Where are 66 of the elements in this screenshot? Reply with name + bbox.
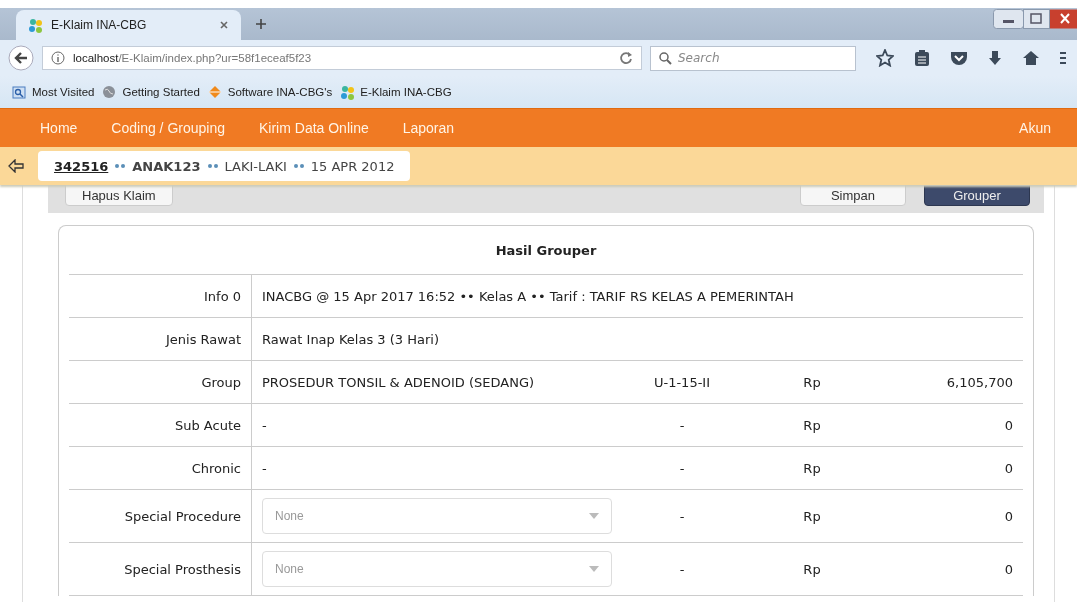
back-arrow-icon[interactable] [8,159,24,173]
address-field[interactable]: localhost/E-Klaim/index.php?ur=58f1eceaf5f23 [42,46,642,70]
row-label: Info 0 [69,275,252,317]
table-cell: 0 [1004,508,1013,524]
star-icon[interactable] [876,49,894,67]
back-icon[interactable] [8,45,34,71]
table-cell: - [262,460,267,476]
patient-name: ANAK123 [132,158,201,174]
table-cell: Rp [803,561,821,577]
table-cell: - [262,417,267,433]
table-cell: - [679,460,685,476]
caret-icon [589,566,599,572]
app-logo-icon [340,84,356,100]
diamond-icon [207,84,223,100]
table-cell: 6,105,700 [946,374,1013,390]
search-icon [659,51,672,65]
row-label: Group [69,361,252,403]
row-label: Jenis Rawat [69,318,252,360]
table-title: Hasil Grouper [69,226,1023,275]
search-field[interactable]: Search [650,45,856,71]
table-cell: U-1-15-II [653,374,711,390]
delete-claim-button[interactable]: Hapus Klaim [65,185,173,206]
save-button[interactable]: Simpan [800,185,906,206]
row-label: Chronic [69,447,252,489]
table-cell: Rp [803,417,821,433]
app-logo-icon [28,17,43,33]
row-label: Sub Acute [69,404,252,446]
browser-tab[interactable]: E-Klaim INA-CBG [16,10,241,40]
table-cell: 0 [1004,460,1013,476]
table-cell: - [679,417,685,433]
patient-id-link[interactable]: 342516 [54,158,109,174]
bookmark-item[interactable]: E-Klaim INA-CBG [340,84,452,100]
info-icon [51,51,65,65]
table-cell: - [679,561,685,577]
table-cell: PROSEDUR TONSIL & ADENOID (SEDANG) [262,374,535,390]
table-cell: 0 [1004,417,1013,433]
home-icon[interactable] [1022,50,1040,66]
bookmark-item[interactable]: Getting Started [102,84,200,100]
table-cell: Rp [803,508,821,524]
folder-icon [12,84,27,100]
patient-sex: LAKI-LAKI [224,158,287,174]
menu-icon[interactable] [1060,50,1066,66]
new-tab-icon[interactable] [255,18,267,30]
clipboard-icon[interactable] [914,49,930,67]
row-label: Special Prosthesis [69,543,252,595]
table-cell: - [679,508,685,524]
globe-icon [102,84,118,100]
table-cell: Rp [803,374,821,390]
shield-icon[interactable] [950,50,968,66]
table-cell: 0 [1004,561,1013,577]
table-cell: Rp [803,460,821,476]
dots-icon [292,163,305,169]
reload-icon[interactable] [619,51,633,65]
close-icon[interactable] [219,20,229,30]
caret-icon [589,513,599,519]
url-text: localhost/E-Klaim/index.php?ur=58f1eceaf5f23 [73,52,312,64]
row-label: Special Procedure [69,490,252,542]
download-icon[interactable] [988,50,1002,66]
dots-icon [206,163,219,169]
table-cell: INACBG @ 15 Apr 2017 16:52 •• Kelas A •• Tarif : TARIF RS KELAS A PEMERINTAH [262,288,794,304]
bookmark-item[interactable]: Software INA-CBG's [207,84,333,100]
bookmark-item[interactable]: Most Visited [12,84,95,100]
dots-icon [114,163,127,169]
patient-birthdate: 15 APR 2012 [310,158,395,174]
grouper-button[interactable]: Grouper [924,185,1030,206]
table-cell: Rawat Inap Kelas 3 (3 Hari) [262,331,439,347]
